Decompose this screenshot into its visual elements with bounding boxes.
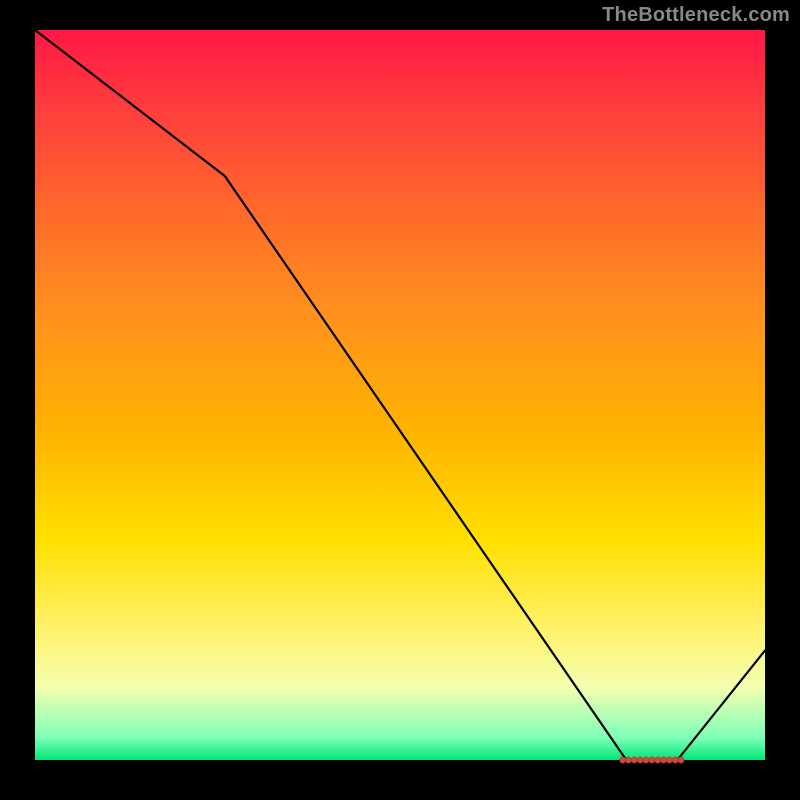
marker-dot bbox=[631, 757, 637, 763]
marker-dot bbox=[666, 757, 672, 763]
marker-group bbox=[620, 757, 685, 763]
marker-dot bbox=[649, 757, 655, 763]
marker-dot bbox=[655, 757, 661, 763]
marker-dot bbox=[625, 757, 631, 763]
plot-area bbox=[35, 30, 765, 760]
marker-dot bbox=[620, 757, 626, 763]
marker-dot bbox=[660, 757, 666, 763]
chart-overlay bbox=[35, 30, 765, 760]
bottleneck-curve bbox=[35, 30, 765, 760]
marker-dot bbox=[672, 757, 678, 763]
marker-dot bbox=[678, 757, 684, 763]
marker-dot bbox=[637, 757, 643, 763]
chart-frame: TheBottleneck.com bbox=[0, 0, 800, 800]
marker-dot bbox=[643, 757, 649, 763]
attribution-text: TheBottleneck.com bbox=[602, 4, 790, 27]
